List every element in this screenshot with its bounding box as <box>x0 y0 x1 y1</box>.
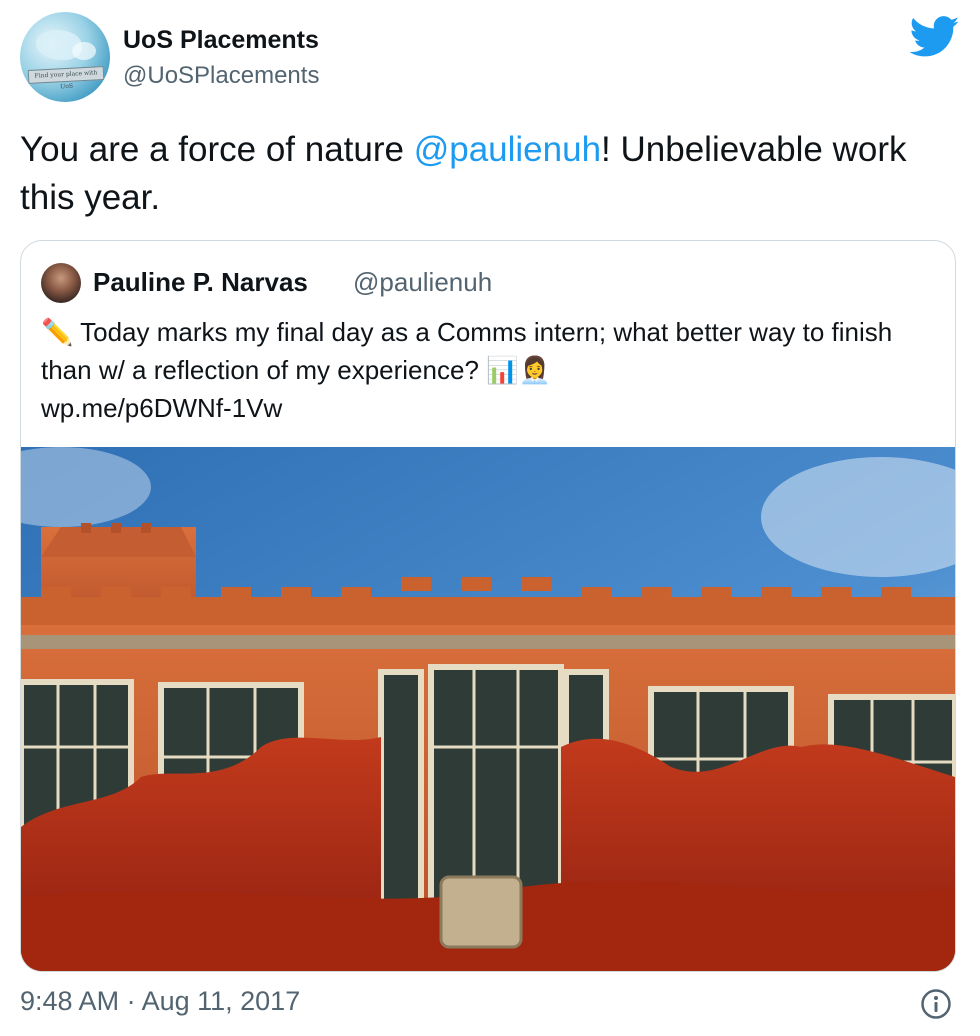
tweet-text-part: You are a force of nature <box>20 130 414 169</box>
quoted-author-name[interactable]: Pauline P. Narvas <box>93 267 308 298</box>
quoted-tweet-card[interactable]: Pauline P. Narvas @paulienuh ✏️ Today ma… <box>20 240 956 972</box>
building-photo-illustration <box>21 447 955 971</box>
pencil-emoji: ✏️ <box>41 317 74 347</box>
author-avatar[interactable]: Find your place with UoS <box>20 12 110 102</box>
twitter-bird-icon[interactable] <box>910 16 960 58</box>
quoted-photo[interactable] <box>21 447 955 971</box>
avatar-ribbon: Find your place with UoS <box>27 66 105 90</box>
tweet-header: Find your place with UoS UoS Placements … <box>20 12 960 104</box>
quoted-text-body: Today marks my final day as a Comms inte… <box>41 317 893 385</box>
tweet-timestamp[interactable]: 9:48 AM · Aug 11, 2017 <box>20 986 300 1017</box>
quoted-tweet-text: ✏️ Today marks my final day as a Comms i… <box>41 313 941 427</box>
chart-and-worker-emoji: 📊👩‍💼 <box>486 355 551 385</box>
info-icon[interactable] <box>920 988 952 1020</box>
quoted-author-handle[interactable]: @paulienuh <box>353 267 492 298</box>
tweet-text: You are a force of nature @paulienuh! Un… <box>20 126 950 222</box>
quoted-link[interactable]: wp.me/p6DWNf-1Vw <box>41 389 941 427</box>
author-name[interactable]: UoS Placements <box>123 26 319 55</box>
mention-link[interactable]: @paulienuh <box>414 130 601 169</box>
avatar-globe-highlight <box>72 42 96 60</box>
author-handle[interactable]: @UoSPlacements <box>123 62 319 90</box>
quoted-author-avatar[interactable] <box>41 263 81 303</box>
